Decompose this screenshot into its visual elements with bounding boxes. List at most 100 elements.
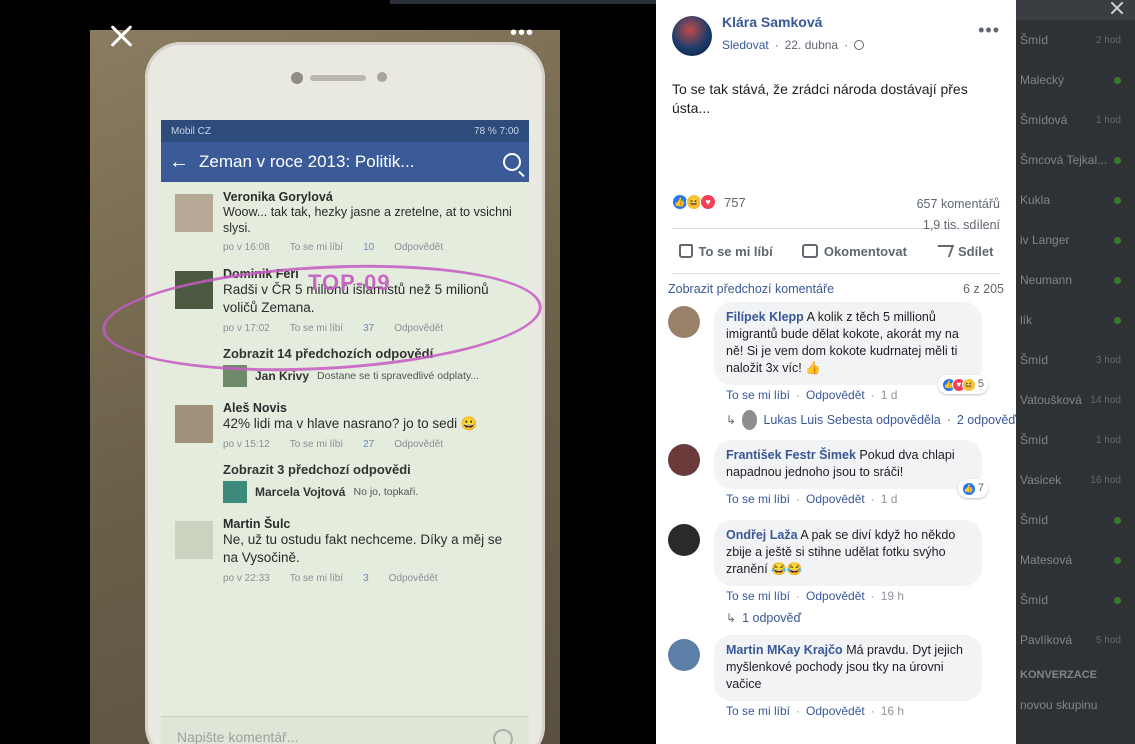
online-dot-icon: [1114, 196, 1121, 204]
chat-contact-name: Šmíd: [1020, 513, 1049, 527]
chat-contact-name: iv Langer: [1020, 233, 1070, 247]
comment-time[interactable]: 16 h: [881, 704, 904, 718]
author-avatar[interactable]: [672, 16, 712, 56]
post-author[interactable]: Klára Samková: [722, 14, 1000, 30]
follow-link[interactable]: Sledovat: [722, 38, 769, 52]
chat-contact[interactable]: Vasicek 16 hod: [1016, 460, 1135, 500]
comment-reactions[interactable]: 👍 ♥ 😆 5: [937, 375, 988, 394]
comment-meta: po v 22:33 To se mi líbí 3 Odpovědět: [223, 573, 519, 584]
back-arrow-icon: ←: [169, 150, 189, 173]
online-dot-icon: [1114, 276, 1121, 284]
comment-reply-link[interactable]: Odpovědět: [806, 589, 865, 603]
chat-contact[interactable]: Šmíd: [1016, 500, 1135, 540]
share-button[interactable]: Sdílet: [933, 244, 993, 259]
chat-contact[interactable]: Šmíd 3 hod: [1016, 340, 1135, 380]
online-dot-icon: [1114, 516, 1121, 524]
photo[interactable]: Mobil CZ 78 % 7:00 ← Zeman v roce 2013: …: [90, 30, 560, 744]
commenter-avatar[interactable]: [668, 524, 700, 556]
commenter-avatar[interactable]: [668, 306, 700, 338]
comment-button[interactable]: Okomentovat: [801, 243, 907, 259]
reply-block-head: Zobrazit 3 předchozí odpovědi: [223, 462, 411, 477]
comment-text: Woow... tak tak, hezky jasne a zretelne,…: [223, 205, 512, 235]
reactions-count: 757: [724, 194, 746, 210]
comment-text: 42% lidi ma v hlave nasrano? jo to sedi …: [223, 416, 478, 431]
dot-separator: ·: [870, 704, 875, 718]
comment-like: To se mi líbí: [289, 439, 344, 450]
chat-contact[interactable]: Pavlíková 5 hod: [1016, 620, 1135, 660]
comment-reply-link[interactable]: Odpovědět: [806, 492, 865, 506]
post-more-icon[interactable]: •••: [978, 20, 1000, 41]
comment-time[interactable]: 1 d: [881, 492, 898, 506]
compose-placeholder: Napište komentář...: [177, 729, 299, 744]
chat-contact[interactable]: Šmídová 1 hod: [1016, 100, 1135, 140]
comment-text: Ne, už tu ostudu fakt nechceme. Díky a m…: [223, 532, 503, 565]
replies-link[interactable]: ↳ 1 odpověď: [656, 603, 1016, 629]
chat-contact-time: 2 hod: [1095, 34, 1121, 46]
comment: Ondřej Laža A pak se diví když ho někdo …: [656, 514, 1016, 603]
comment-like-link[interactable]: To se mi líbí: [726, 492, 790, 506]
more-options-icon[interactable]: •••: [510, 22, 534, 45]
chat-contact[interactable]: iv Langer: [1016, 220, 1135, 260]
shares-count[interactable]: 1,9 tis. sdílení: [917, 215, 1000, 236]
reply-author: Marcela Vojtová: [255, 485, 346, 499]
phone-nav-title: Zeman v roce 2013: Politik...: [199, 152, 415, 171]
comment-time[interactable]: 1 d: [881, 388, 898, 402]
comment-like: To se mi líbí: [289, 573, 344, 584]
commenter-avatar[interactable]: [668, 444, 700, 476]
comment-like-link[interactable]: To se mi líbí: [726, 589, 790, 603]
dot-separator: ·: [946, 413, 951, 427]
comment-time: po v 15:12: [223, 439, 270, 450]
view-previous-comments[interactable]: Zobrazit předchozí komentáře: [668, 282, 834, 296]
dot-separator: ·: [796, 492, 801, 506]
post-counters: 657 komentářů 1,9 tis. sdílení: [917, 194, 1000, 236]
commenter-name[interactable]: Ondřej Laža: [726, 528, 798, 542]
comment-reactions[interactable]: 👍 7: [957, 479, 988, 498]
commenter-name[interactable]: František Festr Šimek: [726, 448, 856, 462]
chat-contact[interactable]: Šmíd 1 hod: [1016, 420, 1135, 460]
chat-contact[interactable]: Šmíd 2 hod: [1016, 20, 1135, 60]
dot-separator: ·: [796, 589, 801, 603]
love-reaction-icon: ♥: [700, 194, 716, 210]
comment-author: Aleš Novis: [223, 401, 287, 415]
reactions-summary[interactable]: 👍 😆 ♥ 757: [672, 194, 746, 210]
comment-bubble: Filípek Klepp A kolik z těch 5 millionů …: [714, 302, 988, 394]
like-reaction-icon: 👍: [961, 481, 976, 496]
comments-count[interactable]: 657 komentářů: [917, 194, 1000, 215]
comment-like-link[interactable]: To se mi líbí: [726, 704, 790, 718]
replies-link[interactable]: ↳ Lukas Luis Sebesta odpověděla · 2 odpo…: [656, 402, 1016, 434]
commenter-avatar[interactable]: [668, 639, 700, 671]
comment-reply-link[interactable]: Odpovědět: [806, 388, 865, 402]
chat-contact-name: Šmíd: [1020, 353, 1049, 367]
chat-contact[interactable]: Matesová: [1016, 540, 1135, 580]
post-date[interactable]: 22. dubna: [785, 38, 838, 52]
comment-like-link[interactable]: To se mi líbí: [726, 388, 790, 402]
commenter-name[interactable]: Martin MKay Krajčo: [726, 643, 843, 657]
chat-contact[interactable]: Šmcová Tejkal...: [1016, 140, 1135, 180]
chat-contact[interactable]: Neumann: [1016, 260, 1135, 300]
previous-comments-row: Zobrazit předchozí komentáře 6 z 205: [656, 274, 1016, 296]
chat-contact-name: Vasicek: [1020, 473, 1062, 487]
chat-contact-name: Vatoušková: [1020, 393, 1082, 407]
chat-contact[interactable]: lík: [1016, 300, 1135, 340]
commenter-name[interactable]: Filípek Klepp: [726, 310, 804, 324]
avatar: [175, 405, 213, 443]
chat-contact[interactable]: Šmíd: [1016, 580, 1135, 620]
close-icon[interactable]: [1109, 0, 1125, 16]
new-group-link[interactable]: novou skupinu: [1016, 690, 1135, 720]
close-icon[interactable]: [108, 22, 136, 50]
replies-count: 2 odpověď: [956, 413, 1016, 427]
comment-time[interactable]: 19 h: [881, 589, 904, 603]
chat-contact[interactable]: Malecký: [1016, 60, 1135, 100]
like-button[interactable]: To se mi líbí: [678, 244, 773, 259]
phone-compose: Napište komentář...: [161, 716, 529, 744]
phone-sensor: [377, 72, 387, 82]
comment-time: po v 22:33: [223, 573, 270, 584]
phone-status-bar: Mobil CZ 78 % 7:00: [161, 120, 529, 142]
chat-contact[interactable]: Kukla: [1016, 180, 1135, 220]
chat-contact-name: Šmcová Tejkal...: [1020, 153, 1108, 167]
comment-reply-link[interactable]: Odpovědět: [806, 704, 865, 718]
chat-contact[interactable]: Vatoušková 14 hod: [1016, 380, 1135, 420]
comment-label: Okomentovat: [823, 243, 907, 259]
smiley-icon: [493, 729, 513, 744]
reply-text: Dostane se ti spravedlivé odplaty...: [317, 370, 480, 382]
